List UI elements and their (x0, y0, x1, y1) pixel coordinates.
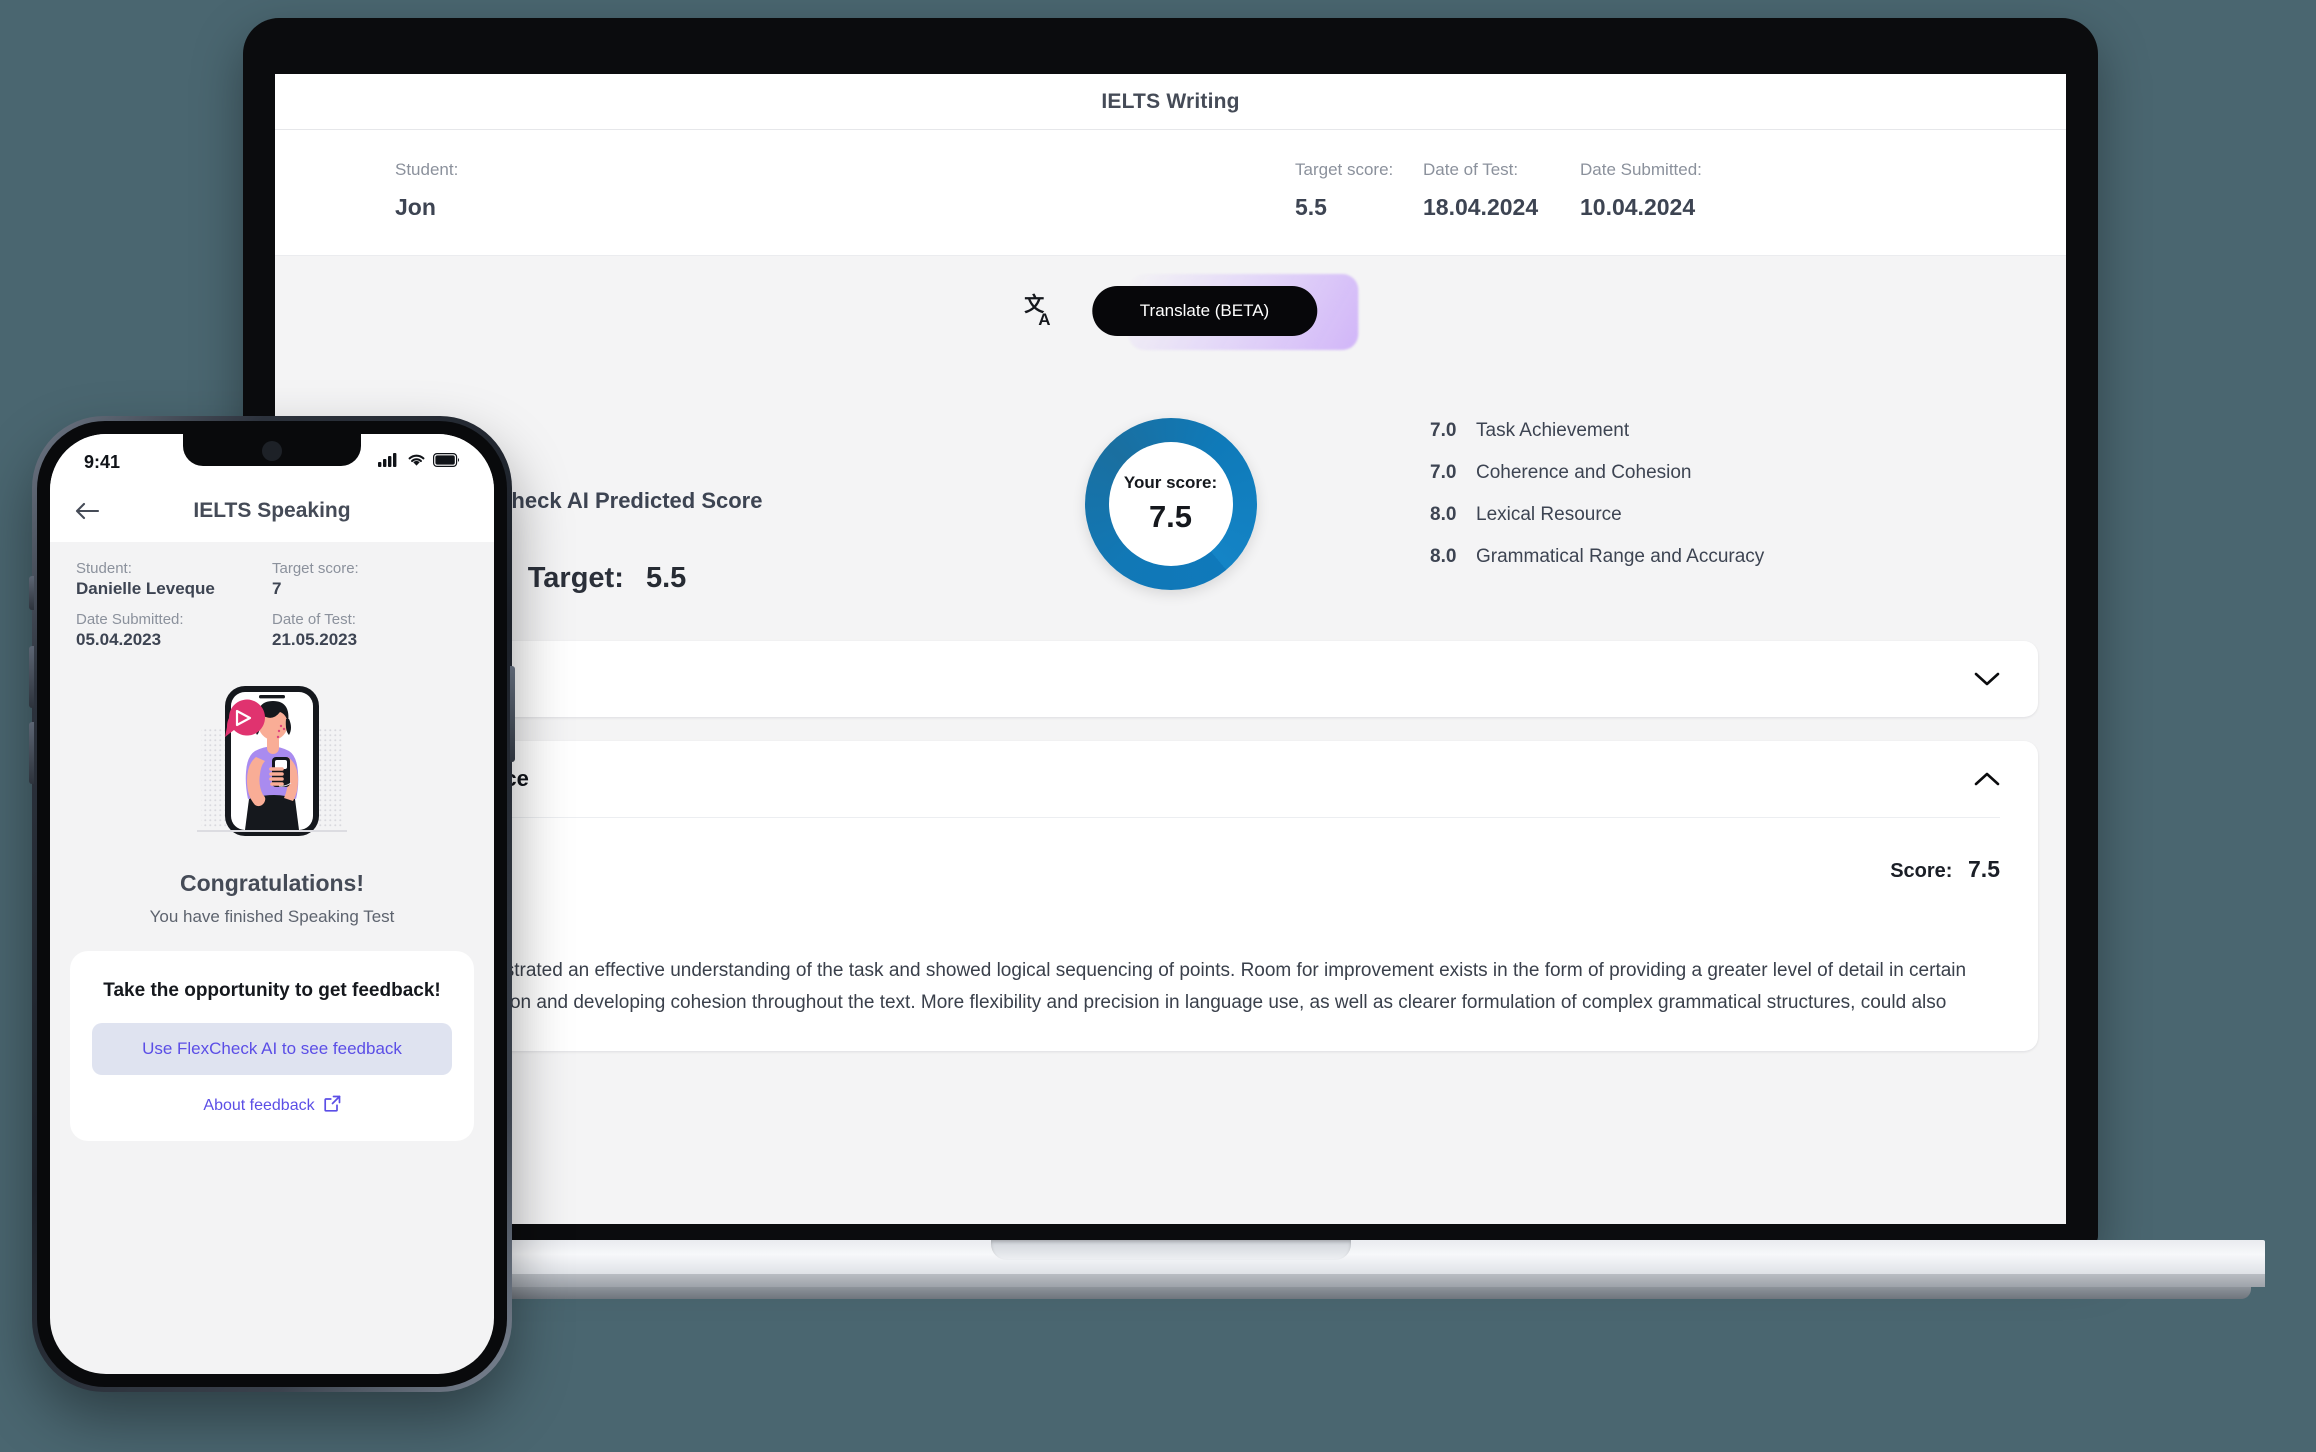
screenshot-stage: IELTS Writing Student: Jon Target score:… (0, 0, 2316, 1452)
performance-score-label: Score: (1890, 860, 1953, 882)
meta-target-score: Target score: 5.5 (1295, 160, 1393, 221)
meta-target-label: Target score: (1295, 160, 1394, 179)
feedback-label: Feedback: (341, 921, 2000, 941)
phone-notch (183, 434, 361, 466)
phone-nav-title: IELTS Speaking (193, 499, 351, 522)
phone-volume-down-button[interactable] (29, 722, 34, 784)
meta-date-submitted: Date Submitted: 10.04.2024 (1580, 160, 1702, 221)
phone-student-label: Student: (76, 560, 132, 577)
laptop-mockup: IELTS Writing Student: Jon Target score:… (76, 18, 2265, 1299)
criteria-list: 7.0 Task Achievement 7.0 Coherence and C… (1430, 420, 1764, 588)
cellular-signal-icon (378, 452, 400, 472)
laptop-base-notch (990, 1240, 1351, 1260)
person-holding-phone-with-play-bubble-illustration (50, 674, 494, 860)
meta-student-value: Jon (395, 194, 436, 220)
phone-power-button[interactable] (510, 666, 515, 762)
meta-target-value: 5.5 (1295, 194, 1327, 220)
meta-date-of-test: Date of Test: 18.04.2024 (1423, 160, 1538, 221)
translate-row: 文 A Translate (BETA) (275, 256, 2066, 396)
score-block: FlexCheck AI Predicted Score Target: 5.5… (275, 396, 2066, 641)
meta-student: Student: Jon (395, 160, 458, 221)
criteria-name: Task Achievement (1476, 420, 1630, 441)
translate-language-icon: 文 A (1024, 291, 1064, 331)
meta-bar: Student: Jon Target score: 5.5 Date of T… (275, 130, 2066, 256)
wifi-icon (407, 452, 426, 472)
feedback-text: The student demonstrated an effective un… (341, 960, 1967, 1045)
score-ring-label: Your score: (1123, 473, 1218, 492)
phone-silent-switch[interactable] (29, 576, 34, 610)
phone-date-sub-value: 05.04.2023 (76, 630, 162, 649)
criteria-score: 7.0 (1430, 462, 1457, 483)
phone-target-label: Target score: (272, 560, 359, 577)
criteria-row: 8.0 Lexical Resource (1430, 504, 1764, 546)
performance-card-header[interactable]: Your performance (303, 741, 2038, 817)
phone-student-value: Danielle Leveque (76, 579, 215, 598)
translate-button[interactable]: Translate (BETA) (1091, 286, 1318, 336)
feedback-cta-card: Take the opportunity to get feedback! Us… (70, 951, 474, 1141)
meta-date-sub-value: 10.04.2024 (1580, 194, 1696, 220)
accordion-cards: Question Your performance (275, 641, 2066, 1051)
phone-meta-grid: Student: Target score: Danielle Leveque … (50, 542, 494, 674)
performance-card[interactable]: Your performance Overall S (303, 741, 2038, 1051)
status-time: 9:41 (84, 451, 121, 472)
phone-nav-bar: IELTS Speaking (50, 480, 494, 542)
meta-student-label: Student: (395, 160, 459, 179)
criteria-row: 8.0 Grammatical Range and Accuracy (1430, 546, 1764, 588)
performance-score: Score: 7.5 (1890, 856, 2000, 883)
congrats-title: Congratulations! (180, 870, 364, 896)
criteria-score: 8.0 (1430, 546, 1457, 567)
chevron-up-icon[interactable] (1974, 771, 2000, 787)
meta-date-sub-label: Date Submitted: (1580, 160, 1702, 179)
window-title-bar: IELTS Writing (275, 74, 2066, 130)
score-ring: Your score: 7.5 (1084, 418, 1257, 590)
front-camera-icon (262, 441, 282, 461)
criteria-score: 8.0 (1430, 504, 1457, 525)
criteria-row: 7.0 Coherence and Cohesion (1430, 462, 1764, 504)
about-feedback-label: About feedback (203, 1097, 315, 1114)
congrats-subtitle: You have finished Speaking Test (149, 907, 395, 926)
score-ring-value: 7.5 (1148, 499, 1193, 534)
performance-score-value: 7.5 (1968, 856, 2000, 882)
phone-target-value: 7 (272, 579, 282, 598)
about-feedback-link[interactable]: About feedback (92, 1095, 452, 1117)
svg-text:A: A (1038, 310, 1050, 329)
criteria-row: 7.0 Task Achievement (1430, 420, 1764, 462)
criteria-name: Lexical Resource (1476, 504, 1622, 525)
external-link-icon[interactable] (323, 1095, 341, 1117)
page-title: IELTS Writing (1101, 89, 1240, 113)
phone-mockup: 9:41 IELTS Speaking Student: Target scor… (26, 410, 518, 1400)
phone-volume-up-button[interactable] (29, 646, 34, 708)
use-flexcheck-ai-button[interactable]: Use FlexCheck AI to see feedback (92, 1023, 452, 1075)
meta-date-test-value: 18.04.2024 (1423, 194, 1539, 220)
meta-date-test-label: Date of Test: (1423, 160, 1519, 179)
laptop-screen: IELTS Writing Student: Jon Target score:… (275, 74, 2066, 1224)
phone-date-test-value: 21.05.2023 (272, 630, 358, 649)
battery-icon (433, 452, 460, 472)
question-card-header[interactable]: Question (303, 641, 2038, 717)
chevron-down-icon[interactable] (1974, 671, 2000, 687)
criteria-name: Coherence and Cohesion (1476, 462, 1692, 483)
feedback-cta-title: Take the opportunity to get feedback! (103, 980, 441, 1001)
flexcheck-target-value: 5.5 (645, 562, 687, 594)
flexcheck-target-label: Target: (527, 562, 624, 594)
question-card[interactable]: Question (303, 641, 2038, 717)
phone-screen: 9:41 IELTS Speaking Student: Target scor… (50, 434, 494, 1374)
performance-card-body: Overall Score: 7.5 Feedback: The student… (303, 817, 2038, 1051)
criteria-name: Grammatical Range and Accuracy (1476, 546, 1765, 567)
phone-date-sub-label: Date Submitted: (76, 611, 184, 628)
phone-frame: 9:41 IELTS Speaking Student: Target scor… (29, 416, 515, 1392)
criteria-score: 7.0 (1430, 420, 1457, 441)
congrats-block: Congratulations! You have finished Speak… (50, 870, 494, 927)
phone-date-test-label: Date of Test: (272, 611, 356, 628)
